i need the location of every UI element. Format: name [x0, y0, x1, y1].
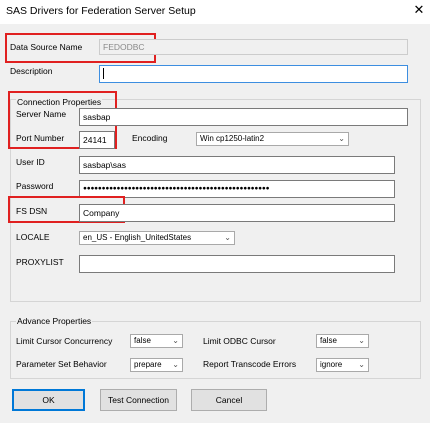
user-id-label: User ID [16, 157, 45, 167]
limit-cursor-concurrency-label: Limit Cursor Concurrency [16, 336, 113, 346]
close-button[interactable]: ✕ [411, 2, 427, 18]
test-connection-button[interactable]: Test Connection [100, 389, 177, 411]
ok-button[interactable]: OK [12, 389, 85, 411]
user-id-field[interactable]: sasbap\sas [79, 156, 395, 174]
port-number-field[interactable]: 24141 [79, 131, 115, 149]
parameter-set-behavior-select[interactable]: prepare ⌄ [130, 358, 183, 372]
port-number-label: Port Number [16, 133, 65, 143]
limit-cursor-concurrency-select[interactable]: false ⌄ [130, 334, 183, 348]
connection-group-label: Connection Properties [16, 97, 103, 107]
chevron-down-icon: ⌄ [358, 336, 365, 345]
report-transcode-errors-label: Report Transcode Errors [203, 359, 297, 369]
limit-odbc-cursor-label: Limit ODBC Cursor [203, 336, 276, 346]
description-field[interactable] [99, 65, 408, 83]
datasource-name-field[interactable]: FEDODBC [99, 39, 408, 55]
limit-odbc-cursor-select[interactable]: false ⌄ [316, 334, 369, 348]
window-title: SAS Drivers for Federation Server Setup [6, 5, 196, 17]
encoding-label: Encoding [132, 133, 168, 143]
description-label: Description [10, 66, 53, 76]
password-label: Password [16, 181, 54, 191]
datasource-label: Data Source Name [10, 42, 83, 52]
fs-dsn-label: FS DSN [16, 206, 48, 216]
fs-dsn-field[interactable]: Company [79, 204, 395, 222]
parameter-set-behavior-label: Parameter Set Behavior [16, 359, 107, 369]
password-field[interactable]: ●●●●●●●●●●●●●●●●●●●●●●●●●●●●●●●●●●●●●●●●… [79, 180, 395, 198]
advance-group-label: Advance Properties [16, 316, 93, 326]
server-name-field[interactable]: sasbap [79, 108, 408, 126]
locale-label: LOCALE [16, 232, 50, 242]
server-name-label: Server Name [16, 109, 67, 119]
chevron-down-icon: ⌄ [338, 134, 345, 143]
report-transcode-errors-select[interactable]: ignore ⌄ [316, 358, 369, 372]
encoding-select[interactable]: Win cp1250-latin2 ⌄ [196, 132, 349, 146]
text-caret [103, 68, 104, 80]
chevron-down-icon: ⌄ [358, 360, 365, 369]
chevron-down-icon: ⌄ [172, 336, 179, 345]
proxylist-label: PROXYLIST [16, 257, 64, 267]
chevron-down-icon: ⌄ [172, 360, 179, 369]
chevron-down-icon: ⌄ [224, 233, 231, 242]
locale-select[interactable]: en_US - English_UnitedStates ⌄ [79, 231, 235, 245]
close-icon: ✕ [413, 2, 425, 17]
cancel-button[interactable]: Cancel [191, 389, 267, 411]
proxylist-field[interactable] [79, 255, 395, 273]
